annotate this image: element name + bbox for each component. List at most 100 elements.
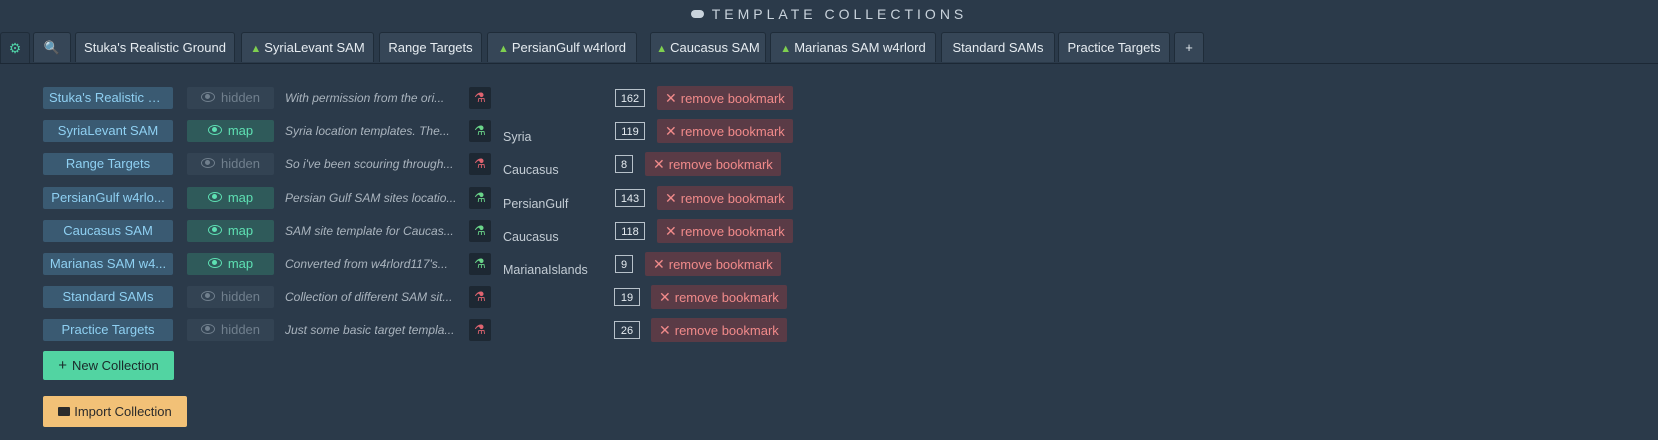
close-icon: ✕ — [653, 156, 665, 172]
collection-row: Standard SAMs hidden Collection of differe… — [0, 285, 1658, 310]
template-count: 118 — [615, 222, 645, 240]
tab-settings[interactable]: ⚙ — [0, 32, 30, 63]
remove-bookmark-button[interactable]: ✕ remove bookmark — [657, 186, 793, 210]
collection-description: Converted from w4rlord117's... — [285, 257, 448, 271]
collection-description: Collection of different SAM sit... — [285, 290, 453, 304]
remove-bookmark-label: remove bookmark — [668, 257, 773, 272]
remove-bookmark-label: remove bookmark — [680, 191, 785, 206]
collection-description: Persian Gulf SAM sites locatio... — [285, 191, 457, 205]
eye-icon — [200, 158, 215, 168]
tab-label: SyriaLevant SAM — [264, 40, 365, 55]
tab-practice-targets[interactable]: Practice Targets — [1058, 32, 1170, 62]
visibility-toggle-button[interactable]: hidden — [187, 87, 274, 109]
flask-error-icon: ⚗ — [469, 153, 491, 175]
visibility-toggle-button[interactable]: hidden — [187, 286, 274, 308]
close-icon: ✕ — [653, 256, 665, 272]
tab-label: Marianas SAM w4rlord — [794, 40, 926, 55]
visibility-label: hidden — [220, 90, 261, 105]
tab-search[interactable]: 🔍 — [33, 32, 71, 62]
eye-icon — [207, 258, 222, 268]
collection-row: Practice Targets hidden Just some basic ta… — [0, 318, 1658, 343]
tab-syrialevant-sam[interactable]: ▲ SyriaLevant SAM — [241, 32, 374, 62]
tab-label: Caucasus SAM — [670, 40, 760, 55]
visibility-toggle-button[interactable]: map — [187, 120, 274, 142]
import-collection-button[interactable]: Import Collection — [43, 396, 187, 427]
close-icon: ✕ — [665, 123, 677, 139]
plus-icon: + — [1185, 40, 1193, 55]
remove-bookmark-button[interactable]: ✕ remove bookmark — [645, 252, 781, 276]
tab-caucasus-sam[interactable]: ▲ Caucasus SAM — [650, 32, 766, 62]
new-collection-button[interactable]: + New Collection — [43, 351, 174, 380]
tab-standard-sams[interactable]: Standard SAMs — [941, 32, 1055, 62]
tab-label: PersianGulf w4rlord — [511, 40, 627, 55]
remove-bookmark-button[interactable]: ✕ remove bookmark — [657, 86, 793, 110]
collection-description: So i've been scouring through... — [285, 157, 454, 171]
page-title: TEMPLATE COLLECTIONS — [0, 6, 1658, 22]
flask-icon: ⚗ — [469, 187, 491, 209]
flask-error-icon: ⚗ — [469, 286, 491, 308]
tree-icon: ▲ — [497, 43, 509, 55]
collection-name-button[interactable]: PersianGulf w4rlo... — [43, 187, 173, 209]
flask-icon: ⚗ — [469, 120, 491, 142]
tab-label: Range Targets — [388, 40, 473, 55]
visibility-label: hidden — [220, 322, 261, 337]
eye-icon — [207, 125, 222, 135]
remove-bookmark-label: remove bookmark — [668, 157, 773, 172]
visibility-label: map — [227, 190, 254, 205]
collection-name-button[interactable]: Caucasus SAM — [43, 220, 173, 242]
visibility-toggle-button[interactable]: hidden — [187, 153, 274, 175]
flask-error-icon: ⚗ — [469, 87, 491, 109]
remove-bookmark-button[interactable]: ✕ remove bookmark — [657, 119, 793, 143]
tab-range-targets[interactable]: Range Targets — [379, 32, 482, 62]
collection-description: With permission from the ori... — [285, 91, 445, 105]
template-count: 19 — [614, 288, 640, 306]
collection-description: Syria location templates. The... — [285, 124, 450, 138]
collection-name-button[interactable]: Stuka's Realistic G... — [43, 87, 173, 109]
remove-bookmark-button[interactable]: ✕ remove bookmark — [657, 219, 793, 243]
collection-row: Caucasus SAM map SAM site template for Cau… — [0, 219, 1658, 244]
page-title-text: TEMPLATE COLLECTIONS — [711, 6, 968, 22]
flask-error-icon: ⚗ — [469, 319, 491, 341]
visibility-toggle-button[interactable]: map — [187, 220, 274, 242]
tab-stukas-realistic-ground[interactable]: Stuka's Realistic Ground — [75, 32, 235, 62]
tab-marianas-sam-w4rlord[interactable]: ▲ Marianas SAM w4rlord — [770, 32, 936, 62]
plus-icon: + — [58, 357, 68, 374]
visibility-toggle-button[interactable]: hidden — [187, 319, 274, 341]
collection-name-button[interactable]: Marianas SAM w4... — [43, 253, 173, 275]
flask-icon: ⚗ — [469, 253, 491, 275]
collection-row: SyriaLevant SAM map Syria location templat… — [0, 119, 1658, 144]
template-count: 143 — [615, 189, 645, 207]
collection-name-button[interactable]: Standard SAMs — [43, 286, 173, 308]
collection-name-button[interactable]: Practice Targets — [43, 319, 173, 341]
tab-label: Stuka's Realistic Ground — [84, 40, 226, 55]
terrain-label: Syria — [503, 130, 532, 144]
visibility-toggle-button[interactable]: map — [187, 253, 274, 275]
remove-bookmark-button[interactable]: ✕ remove bookmark — [651, 285, 787, 309]
template-count: 8 — [615, 155, 633, 173]
eye-icon — [207, 225, 222, 235]
collection-row: Range Targets hidden So i've been scouring… — [0, 152, 1658, 177]
collection-name-button[interactable]: SyriaLevant SAM — [43, 120, 173, 142]
tab-persiangulf-w4rlord[interactable]: ▲ PersianGulf w4rlord — [487, 32, 637, 62]
visibility-label: map — [227, 223, 254, 238]
remove-bookmark-label: remove bookmark — [680, 91, 785, 106]
remove-bookmark-label: remove bookmark — [674, 323, 779, 338]
remove-bookmark-label: remove bookmark — [680, 224, 785, 239]
collection-row: PersianGulf w4rlo... map Persian Gulf SAM … — [0, 186, 1658, 211]
tree-icon: ▲ — [250, 43, 262, 55]
remove-bookmark-button[interactable]: ✕ remove bookmark — [651, 318, 787, 342]
tab-label: Practice Targets — [1067, 40, 1161, 55]
eye-icon — [200, 291, 215, 301]
remove-bookmark-button[interactable]: ✕ remove bookmark — [645, 152, 781, 176]
add-tab-button[interactable]: + — [1174, 32, 1204, 62]
visibility-toggle-button[interactable]: map — [187, 187, 274, 209]
search-icon: 🔍 — [43, 40, 61, 55]
eye-icon — [207, 192, 222, 202]
collection-name-button[interactable]: Range Targets — [43, 153, 173, 175]
eye-icon — [200, 324, 215, 334]
collection-description: Just some basic target templa... — [285, 323, 455, 337]
close-icon: ✕ — [665, 190, 677, 206]
visibility-label: map — [227, 256, 254, 271]
template-count: 26 — [614, 321, 640, 339]
template-count: 9 — [615, 255, 633, 273]
